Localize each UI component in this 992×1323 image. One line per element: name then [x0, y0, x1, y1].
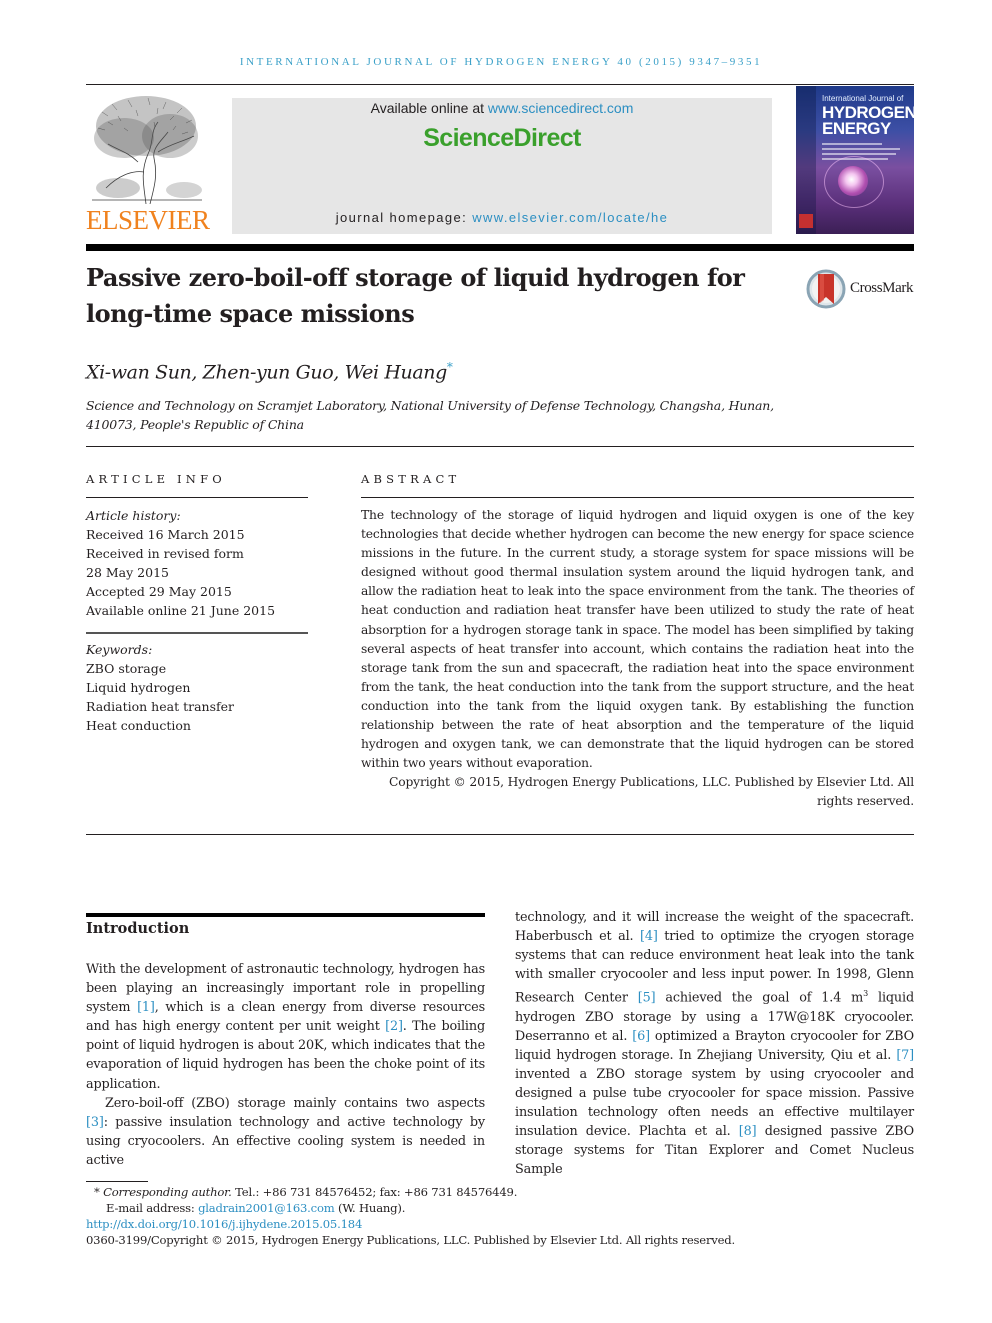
journal-homepage-line: journal homepage: www.elsevier.com/locat…	[232, 210, 772, 225]
keywords-rule	[86, 632, 308, 634]
citation-link[interactable]: [5]	[638, 991, 656, 1006]
citation-link[interactable]: [8]	[739, 1124, 757, 1139]
footnote-marker: *	[94, 1185, 100, 1199]
introduction-left-column: With the development of astronautic tech…	[86, 960, 485, 1170]
affiliation-rule	[86, 446, 914, 447]
intro-text: achieved the goal of 1.4 m	[655, 990, 864, 1006]
abstract-bottom-rule	[86, 834, 914, 835]
author-affiliation: Science and Technology on Scramjet Labor…	[86, 398, 774, 432]
history-item: 28 May 2015	[86, 565, 169, 580]
email-note: E-mail address: gladrain2001@163.com (W.…	[86, 1200, 846, 1216]
footnotes: * Corresponding author. Tel.: +86 731 84…	[86, 1184, 846, 1248]
crossmark-label: CrossMark	[850, 280, 914, 296]
history-item: Available online 21 June 2015	[86, 603, 276, 618]
available-online-prefix: Available online at	[370, 100, 488, 116]
masthead-top-rule	[86, 84, 914, 85]
footnote-rule	[86, 1181, 148, 1182]
citation-link[interactable]: [1]	[137, 1000, 155, 1015]
citation-link[interactable]: [4]	[640, 929, 658, 944]
article-info-heading: ARTICLE INFO	[86, 472, 226, 486]
keyword-item: Liquid hydrogen	[86, 680, 191, 695]
author-list: Xi-wan Sun, Zhen-yun Guo, Wei Huang*	[86, 360, 453, 384]
running-head: INTERNATIONAL JOURNAL OF HYDROGEN ENERGY…	[239, 56, 763, 68]
keyword-item: Radiation heat transfer	[86, 699, 234, 714]
article-title: Passive zero-boil-off storage of liquid …	[86, 263, 745, 328]
abstract-copyright: Copyright © 2015, Hydrogen Energy Public…	[388, 775, 914, 809]
cover-orb-graphic	[838, 166, 868, 196]
email-link[interactable]: gladrain2001@163.com	[198, 1201, 335, 1215]
article-history-label: Article history:	[86, 508, 181, 523]
crossmark-button[interactable]: CrossMark	[806, 268, 918, 310]
header-thick-rule	[86, 244, 914, 251]
history-item: Accepted 29 May 2015	[86, 584, 232, 599]
crossmark-icon	[806, 269, 846, 309]
intro-paragraph-1: With the development of astronautic tech…	[86, 960, 485, 1094]
cover-side-strip	[796, 86, 816, 234]
intro-paragraph-2-cont: technology, and it will increase the wei…	[515, 908, 914, 1180]
introduction-rule	[86, 913, 485, 917]
corresponding-author-marker[interactable]: *	[447, 360, 453, 374]
contact-numbers: Tel.: +86 731 84576452; fax: +86 731 845…	[231, 1185, 518, 1199]
elsevier-wordmark: ELSEVIER	[86, 205, 210, 235]
issn-copyright: 0360-3199/Copyright © 2015, Hydrogen Ene…	[86, 1233, 735, 1247]
doi-line: http://dx.doi.org/10.1016/j.ijhydene.201…	[86, 1216, 846, 1232]
introduction-heading: Introduction	[86, 920, 190, 937]
abstract-body: The technology of the storage of liquid …	[361, 508, 914, 771]
author-names: Xi-wan Sun, Zhen-yun Guo, Wei Huang	[86, 361, 447, 384]
article-info-rule	[86, 497, 308, 498]
available-online-line: Available online at www.sciencedirect.co…	[232, 100, 772, 116]
sciencedirect-logo[interactable]: ScienceDirect	[232, 124, 772, 153]
keywords-label: Keywords:	[86, 642, 153, 657]
abstract-rule	[361, 497, 914, 498]
elsevier-logo[interactable]: ELSEVIER	[86, 86, 210, 236]
citation-link[interactable]: [7]	[896, 1048, 914, 1063]
keyword-item: Heat conduction	[86, 718, 191, 733]
cover-publisher-logo-icon	[799, 214, 813, 228]
keywords-list: Keywords: ZBO storage Liquid hydrogen Ra…	[86, 640, 308, 735]
journal-cover-image[interactable]: International Journal of HYDROGEN ENERGY	[796, 86, 914, 234]
history-item: Received 16 March 2015	[86, 527, 245, 542]
citation-link[interactable]: [6]	[632, 1029, 650, 1044]
intro-text: Zero-boil-off (ZBO) storage mainly conta…	[105, 1095, 485, 1111]
intro-text: : passive insulation technology and acti…	[86, 1114, 485, 1168]
homepage-prefix: journal homepage:	[335, 210, 473, 225]
article-history: Article history: Received 16 March 2015 …	[86, 506, 308, 620]
abstract-heading: ABSTRACT	[361, 472, 461, 486]
doi-link[interactable]: http://dx.doi.org/10.1016/j.ijhydene.201…	[86, 1217, 362, 1231]
keyword-item: ZBO storage	[86, 661, 167, 676]
introduction-right-column: technology, and it will increase the wei…	[515, 908, 914, 1180]
citation-link[interactable]: [3]	[86, 1115, 104, 1130]
abstract: The technology of the storage of liquid …	[361, 506, 914, 812]
corresponding-label: Corresponding author.	[103, 1185, 232, 1199]
cover-title-main: HYDROGEN ENERGY	[822, 104, 914, 138]
elsevier-tree-icon	[92, 96, 202, 204]
email-label: E-mail address:	[106, 1201, 199, 1215]
cover-title-line3: ENERGY	[822, 119, 891, 138]
email-owner: (W. Huang).	[334, 1201, 406, 1215]
sciencedirect-link[interactable]: www.sciencedirect.com	[488, 100, 634, 116]
history-item: Received in revised form	[86, 546, 244, 561]
citation-link[interactable]: [2]	[385, 1019, 403, 1034]
journal-homepage-link[interactable]: www.elsevier.com/locate/he	[472, 210, 668, 225]
corresponding-author-note: * Corresponding author. Tel.: +86 731 84…	[86, 1184, 846, 1200]
cover-title-line1: International Journal of	[822, 94, 904, 103]
intro-paragraph-2: Zero-boil-off (ZBO) storage mainly conta…	[86, 1094, 485, 1170]
